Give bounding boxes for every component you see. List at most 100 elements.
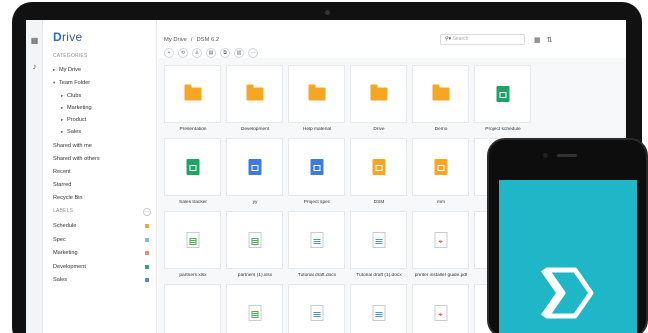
toolbar-button[interactable]: + xyxy=(164,48,174,58)
file-tile[interactable] xyxy=(226,211,283,269)
bell-icon[interactable]: ♪ xyxy=(30,62,39,71)
file-tile[interactable] xyxy=(164,138,221,196)
breadcrumb-my-drive[interactable]: My Drive xyxy=(164,37,187,43)
sidebar-item[interactable]: ▾ Team Folder xyxy=(53,78,153,88)
file-icon-wrap xyxy=(308,84,325,101)
search-placeholder: Search xyxy=(452,36,469,42)
file-icon-wrap xyxy=(432,84,449,101)
file-tile[interactable]: ⌖ xyxy=(412,284,469,333)
breadcrumb: My Drive / DSM 6.2 xyxy=(164,37,223,43)
file-name[interactable]: yy xyxy=(225,200,285,205)
folder-icon xyxy=(246,84,263,101)
label-item[interactable]: Marketing xyxy=(53,248,149,258)
search-input[interactable]: ⚲▾ Search xyxy=(440,34,525,45)
file-name[interactable]: Development xyxy=(225,127,285,132)
view-options: ▦ ⇅ xyxy=(534,36,559,44)
categories-heading: CATEGORIES xyxy=(53,53,88,59)
file-name[interactable]: Sales tracker xyxy=(163,200,223,205)
apps-grid-icon[interactable]: ▦ xyxy=(30,36,39,45)
file-name[interactable]: Tutorial draft (1).docx xyxy=(349,273,409,278)
file-icon-wrap: ⌖ xyxy=(434,232,447,248)
breadcrumb-current[interactable]: DSM 6.2 xyxy=(197,37,220,43)
spreadsheet-icon xyxy=(496,86,509,102)
sidebar-item[interactable]: ▸ My Drive xyxy=(53,65,153,75)
file-icon-wrap xyxy=(186,232,199,248)
file-tile[interactable] xyxy=(226,65,283,123)
slides-icon xyxy=(372,159,385,175)
label-item[interactable]: Spec xyxy=(53,235,149,245)
file-tile[interactable] xyxy=(350,211,407,269)
file-icon-wrap xyxy=(186,159,199,175)
toolbar-button[interactable]: ▤ xyxy=(206,48,216,58)
folder-icon xyxy=(308,84,325,101)
toolbar-button[interactable]: ⋯ xyxy=(248,48,258,58)
sidebar-item[interactable]: Starred xyxy=(53,180,153,190)
file-name[interactable]: Presentation xyxy=(163,127,223,132)
docx-file-icon xyxy=(310,232,323,248)
sidebar-item-label: Starred xyxy=(53,182,72,188)
toolbar-button[interactable]: ⟲ xyxy=(178,48,188,58)
file-name[interactable]: printer installer guide.pdf xyxy=(411,273,471,278)
sidebar-item-label: Recent xyxy=(53,169,71,175)
file-tile[interactable] xyxy=(350,284,407,333)
labels-heading: LABELS xyxy=(53,208,74,214)
folder-icon xyxy=(432,84,449,101)
file-name[interactable]: partners (1).xlsx xyxy=(225,273,285,278)
sidebar-item[interactable]: ▸ Marketing xyxy=(61,103,161,113)
file-tile[interactable] xyxy=(288,138,345,196)
sidebar-item[interactable]: Shared with others xyxy=(53,154,153,164)
label-text: Marketing xyxy=(53,250,78,256)
file-tile[interactable] xyxy=(350,138,407,196)
label-text: Development xyxy=(53,263,86,270)
file-tile[interactable] xyxy=(412,65,469,123)
file-tile[interactable] xyxy=(164,65,221,123)
file-name[interactable]: DSM xyxy=(349,200,409,205)
file-tile[interactable] xyxy=(164,284,221,333)
add-label-button[interactable]: ⋯ xyxy=(143,208,151,216)
file-tile[interactable] xyxy=(226,284,283,333)
label-item[interactable]: Schedule xyxy=(53,221,149,231)
file-name[interactable]: mm xyxy=(411,200,471,205)
label-item[interactable]: Sales xyxy=(53,275,149,285)
file-name[interactable]: Drive xyxy=(349,127,409,132)
sort-icon[interactable]: ⇅ xyxy=(547,37,553,44)
file-icon-wrap xyxy=(184,84,201,101)
toolbar-button[interactable]: ▥ xyxy=(234,48,244,58)
phone-speaker xyxy=(557,154,577,157)
file-tile[interactable] xyxy=(288,211,345,269)
document-icon xyxy=(248,159,261,175)
docx-file-icon xyxy=(310,305,323,321)
label-text: Schedule xyxy=(53,223,77,229)
sidebar-item[interactable]: Shared with me xyxy=(53,141,153,151)
sidebar-item[interactable]: ▸ Sales xyxy=(61,127,161,137)
file-tile[interactable]: ⌖ xyxy=(412,211,469,269)
file-name[interactable]: Tutorial draft.docx xyxy=(287,273,347,278)
toolbar-button[interactable]: ♙ xyxy=(192,48,202,58)
file-tile[interactable] xyxy=(412,138,469,196)
file-tile[interactable] xyxy=(474,65,531,123)
sidebar-item[interactable]: Recycle Bin xyxy=(53,193,153,203)
file-tile[interactable] xyxy=(288,284,345,333)
brand-rest: rive xyxy=(61,30,83,44)
file-name[interactable]: Demo xyxy=(411,127,471,132)
stage: ▦ ♪ Drive CATEGORIES ▸ My Drive ▾ Team Fold… xyxy=(0,0,648,333)
file-name[interactable]: Project spec xyxy=(287,200,347,205)
folder-icon xyxy=(370,84,387,101)
grid-view-icon[interactable]: ▦ xyxy=(534,37,541,44)
file-name[interactable]: partners.xlsx xyxy=(163,273,223,278)
sidebar-item-label: Sales xyxy=(67,129,81,135)
file-tile[interactable] xyxy=(350,65,407,123)
pdf-file-icon: ⌖ xyxy=(434,305,447,321)
sidebar-item[interactable]: ▸ Clubs xyxy=(61,91,161,101)
sidebar-item[interactable]: Recent xyxy=(53,167,153,177)
file-tile[interactable] xyxy=(164,211,221,269)
file-name[interactable]: Help material xyxy=(287,127,347,132)
sidebar-item-label: Recycle Bin xyxy=(53,195,83,201)
label-color-swatch xyxy=(145,278,149,282)
sidebar-item[interactable]: ▸ Product xyxy=(61,115,161,125)
label-item[interactable]: Development xyxy=(53,262,149,272)
toolbar-button[interactable]: ⧉ xyxy=(220,48,230,58)
file-tile[interactable] xyxy=(226,138,283,196)
file-tile[interactable] xyxy=(288,65,345,123)
file-name[interactable]: Project schedule xyxy=(473,127,533,132)
